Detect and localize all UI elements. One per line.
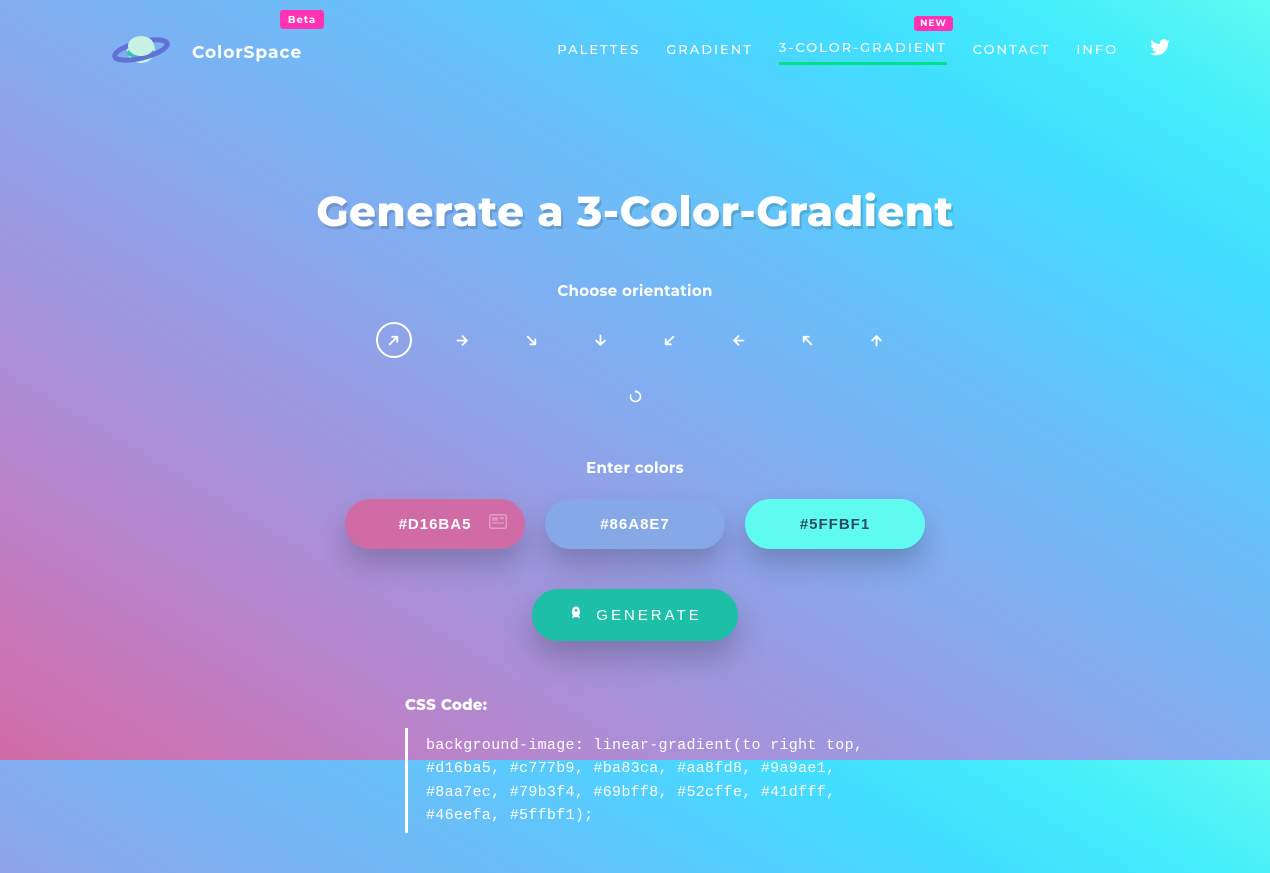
color-picker-icon[interactable]: [489, 514, 507, 535]
orientation-up[interactable]: [859, 322, 895, 358]
generate-button[interactable]: GENERATE: [532, 589, 737, 641]
twitter-link[interactable]: [1150, 39, 1170, 66]
orientation-up-right[interactable]: [376, 322, 412, 358]
orientation-down[interactable]: [583, 322, 619, 358]
brand-name: ColorSpace: [192, 43, 302, 63]
colors-label: Enter colors: [165, 458, 1105, 477]
arrow-up-left-icon: [800, 333, 815, 348]
header: ColorSpace Beta PALETTES GRADIENT 3-COLO…: [0, 0, 1270, 75]
arrow-right-icon: [455, 333, 470, 348]
beta-badge: Beta: [280, 10, 324, 29]
orientation-circular-row: [165, 378, 1105, 414]
css-title: CSS Code:: [405, 695, 865, 714]
arrow-down-icon: [593, 333, 608, 348]
orientation-options: [165, 322, 1105, 358]
nav-3-color-gradient[interactable]: 3-COLOR-GRADIENT NEW: [779, 40, 947, 65]
page-title: Generate a 3-Color-Gradient: [165, 185, 1105, 237]
arrow-down-right-icon: [524, 333, 539, 348]
orientation-label: Choose orientation: [165, 281, 1105, 300]
planet-icon: [110, 30, 172, 75]
circular-icon: [628, 389, 643, 404]
arrow-up-icon: [869, 333, 884, 348]
rocket-icon: [568, 605, 584, 625]
brand[interactable]: ColorSpace Beta: [110, 30, 302, 75]
main-nav: PALETTES GRADIENT 3-COLOR-GRADIENT NEW C…: [557, 39, 1170, 66]
css-code[interactable]: background-image: linear-gradient(to rig…: [405, 728, 865, 833]
new-badge: NEW: [914, 16, 953, 31]
orientation-circular[interactable]: [617, 378, 653, 414]
arrow-down-left-icon: [662, 333, 677, 348]
nav-info[interactable]: INFO: [1076, 42, 1118, 64]
nav-contact[interactable]: CONTACT: [973, 42, 1051, 64]
nav-palettes[interactable]: PALETTES: [557, 42, 640, 64]
twitter-icon: [1150, 39, 1170, 56]
orientation-right[interactable]: [445, 322, 481, 358]
nav-gradient[interactable]: GRADIENT: [666, 42, 753, 64]
arrow-up-right-icon: [386, 333, 401, 348]
color-input-2[interactable]: [545, 499, 725, 549]
orientation-left[interactable]: [721, 322, 757, 358]
orientation-down-right[interactable]: [514, 322, 550, 358]
color-input-3[interactable]: [745, 499, 925, 549]
nav-3-color-gradient-label: 3-COLOR-GRADIENT: [779, 40, 947, 56]
arrow-left-icon: [731, 333, 746, 348]
color-inputs: [165, 499, 1105, 549]
css-output: CSS Code: background-image: linear-gradi…: [405, 695, 865, 873]
orientation-down-left[interactable]: [652, 322, 688, 358]
main: Generate a 3-Color-Gradient Choose orien…: [165, 75, 1105, 873]
orientation-up-left[interactable]: [790, 322, 826, 358]
generate-label: GENERATE: [596, 607, 701, 624]
